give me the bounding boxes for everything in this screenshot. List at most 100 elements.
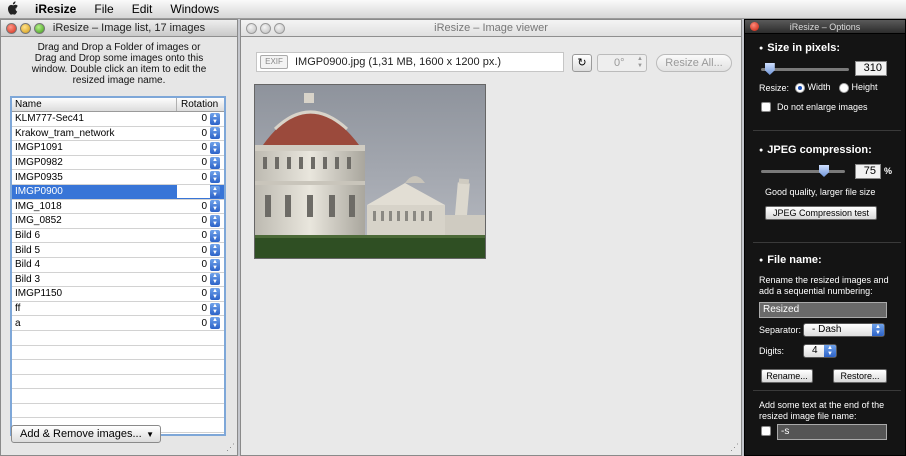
table-row[interactable]: IMGP0935 0 ▲ ▼ xyxy=(12,170,224,185)
jpeg-slider-thumb[interactable] xyxy=(819,165,829,177)
row-rotation[interactable]: 0 xyxy=(177,288,210,299)
suffix-field[interactable]: -s xyxy=(777,424,887,440)
row-rotation[interactable]: 0 xyxy=(177,215,210,226)
table-row[interactable]: a 0 ▲ ▼ xyxy=(12,316,224,331)
row-rotation[interactable]: 0 xyxy=(177,201,210,212)
table-row[interactable]: Krakow_tram_network 0 ▲ ▼ xyxy=(12,127,224,142)
stepper-arrows-icon[interactable]: ▲ ▼ xyxy=(637,56,643,70)
row-name: Bild 6 xyxy=(15,230,41,242)
rotation-stepper-icon[interactable]: ▲ ▼ xyxy=(210,258,220,271)
row-name: Bild 4 xyxy=(15,259,41,271)
table-row[interactable]: IMGP1150 0 ▲ ▼ xyxy=(12,287,224,302)
rotation-stepper-icon[interactable]: ▲ ▼ xyxy=(210,229,220,242)
menu-iresize[interactable]: iResize xyxy=(26,2,85,16)
separator-select[interactable]: - Dash ▲ ▼ xyxy=(803,323,885,337)
size-slider-thumb[interactable] xyxy=(764,63,775,75)
row-rotation[interactable]: 0 xyxy=(177,245,210,256)
close-icon[interactable] xyxy=(6,23,17,34)
empty-row xyxy=(12,346,224,361)
menu-file[interactable]: File xyxy=(85,2,122,16)
row-rotation[interactable]: 0 xyxy=(177,128,210,139)
rotation-stepper-icon[interactable]: ▲ ▼ xyxy=(210,112,220,125)
rotation-stepper-icon[interactable]: ▲ ▼ xyxy=(210,200,220,213)
size-value-field[interactable]: 310 xyxy=(855,61,887,76)
table-row[interactable]: ff 0 ▲ ▼ xyxy=(12,302,224,317)
close-icon[interactable] xyxy=(246,23,257,34)
rotation-stepper[interactable]: 0° ▲ ▼ xyxy=(597,54,647,72)
rotation-stepper-icon[interactable]: ▲ ▼ xyxy=(210,287,220,300)
digits-select[interactable]: 4 ▲ ▼ xyxy=(803,344,837,358)
table-row[interactable]: Bild 3 0 ▲ ▼ xyxy=(12,273,224,288)
column-header-name[interactable]: Name xyxy=(12,98,177,111)
row-rotation[interactable]: 0 xyxy=(177,318,210,329)
resize-grip-icon[interactable]: ⋰ xyxy=(730,442,739,453)
image-table[interactable]: Name Rotation KLM777-Sec41 0 ▲ ▼ Krakow_tram… xyxy=(10,96,226,436)
row-name: IMG_1018 xyxy=(15,200,62,212)
add-remove-images-button[interactable]: Add & Remove images... ▼ xyxy=(11,425,161,443)
table-row[interactable]: IMG_0852 0 ▲ ▼ xyxy=(12,214,224,229)
row-rotation[interactable]: 0 xyxy=(177,303,210,314)
image-viewer-titlebar[interactable]: iResize – Image viewer xyxy=(241,20,741,37)
table-row[interactable]: IMGP0900 ▲ ▼ xyxy=(12,184,224,200)
row-name: IMGP0900 xyxy=(15,186,63,198)
table-row[interactable]: IMGP0982 0 ▲ ▼ xyxy=(12,156,224,171)
resize-height-option[interactable]: Height xyxy=(839,82,878,93)
row-rotation[interactable]: 0 xyxy=(177,259,210,270)
table-row[interactable]: IMG_1018 0 ▲ ▼ xyxy=(12,200,224,215)
row-name: IMGP1091 xyxy=(15,142,63,154)
image-list-titlebar[interactable]: iResize – Image list, 17 images xyxy=(1,20,237,37)
row-rotation[interactable]: 0 xyxy=(177,230,210,241)
jpeg-slider[interactable] xyxy=(761,165,845,177)
file-name-field[interactable]: Resized xyxy=(759,302,887,318)
options-titlebar[interactable]: iResize – Options xyxy=(745,20,905,34)
table-row[interactable]: Bild 6 0 ▲ ▼ xyxy=(12,229,224,244)
rotation-value: 0° xyxy=(614,57,625,69)
resize-grip-icon[interactable]: ⋰ xyxy=(226,442,235,453)
menu-edit[interactable]: Edit xyxy=(123,2,162,16)
height-radio[interactable] xyxy=(839,82,849,93)
restore-button[interactable]: Restore... xyxy=(833,369,887,383)
row-rotation[interactable]: 0 xyxy=(177,142,210,153)
width-radio[interactable] xyxy=(795,82,805,93)
resize-width-option[interactable]: Width xyxy=(795,82,831,93)
rotation-stepper-icon[interactable]: ▲ ▼ xyxy=(210,185,220,198)
row-rotation[interactable]: 0 xyxy=(177,172,210,183)
table-row[interactable]: Bild 5 0 ▲ ▼ xyxy=(12,243,224,258)
row-rotation[interactable]: 0 xyxy=(177,157,210,168)
size-slider[interactable] xyxy=(761,63,849,75)
jpeg-compression-test-button[interactable]: JPEG Compression test xyxy=(765,206,877,220)
rotation-stepper-icon[interactable]: ▲ ▼ xyxy=(210,127,220,140)
rotation-stepper-icon[interactable]: ▲ ▼ xyxy=(210,244,220,257)
apple-menu-icon[interactable] xyxy=(0,0,26,18)
row-name: IMGP0982 xyxy=(15,157,63,169)
no-enlarge-checkbox[interactable] xyxy=(761,102,771,112)
row-rotation[interactable]: 0 xyxy=(177,113,210,124)
row-rotation[interactable] xyxy=(177,185,210,199)
table-row[interactable]: KLM777-Sec41 0 ▲ ▼ xyxy=(12,112,224,127)
row-rotation[interactable]: 0 xyxy=(177,274,210,285)
separator-label: Separator: xyxy=(759,325,802,335)
zoom-icon[interactable] xyxy=(34,23,45,34)
zoom-icon[interactable] xyxy=(274,23,285,34)
rotation-stepper-icon[interactable]: ▲ ▼ xyxy=(210,214,220,227)
select-arrows-icon: ▲ ▼ xyxy=(872,324,884,336)
close-icon[interactable] xyxy=(750,22,759,31)
rotation-stepper-icon[interactable]: ▲ ▼ xyxy=(210,302,220,315)
minimize-icon[interactable] xyxy=(260,23,271,34)
rename-button[interactable]: Rename... xyxy=(761,369,813,383)
exif-button[interactable]: EXIF xyxy=(260,55,288,69)
rotation-stepper-icon[interactable]: ▲ ▼ xyxy=(210,141,220,154)
menu-windows[interactable]: Windows xyxy=(161,2,228,16)
table-row[interactable]: Bild 4 0 ▲ ▼ xyxy=(12,258,224,273)
resize-all-button[interactable]: Resize All... xyxy=(656,54,732,72)
table-row[interactable]: IMGP1091 0 ▲ ▼ xyxy=(12,141,224,156)
minimize-icon[interactable] xyxy=(20,23,31,34)
rotation-stepper-icon[interactable]: ▲ ▼ xyxy=(210,273,220,286)
suffix-checkbox[interactable] xyxy=(761,426,771,436)
rotation-stepper-icon[interactable]: ▲ ▼ xyxy=(210,317,220,330)
rotation-stepper-icon[interactable]: ▲ ▼ xyxy=(210,171,220,184)
jpeg-value-field[interactable]: 75 xyxy=(855,164,881,179)
rotate-button[interactable]: ↻ xyxy=(572,54,592,72)
rotation-stepper-icon[interactable]: ▲ ▼ xyxy=(210,156,220,169)
column-header-rotation[interactable]: Rotation xyxy=(177,98,224,111)
